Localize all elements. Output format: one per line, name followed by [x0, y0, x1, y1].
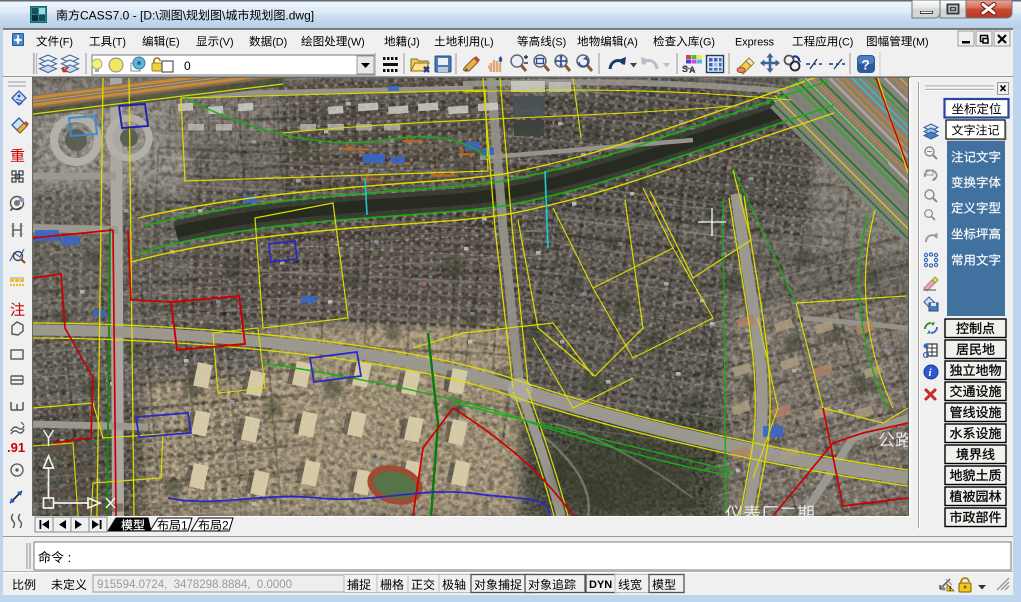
svg-text:(V): (V) [219, 37, 233, 49]
svg-text:(S): (S) [552, 37, 566, 49]
svg-text:2: 2 [222, 519, 229, 533]
svg-text:!: ! [949, 586, 951, 593]
svg-text::: : [64, 550, 71, 565]
svg-text:(W): (W) [347, 37, 364, 49]
svg-text:Express: Express [735, 37, 775, 49]
svg-text:.dwg]: .dwg] [285, 9, 314, 23]
svg-text:S: S [682, 64, 688, 74]
svg-text:915594.0724, 3478298.8884, 0: 915594.0724, 3478298.8884, 0.0000 [97, 579, 292, 591]
svg-text:(C): (C) [838, 37, 853, 49]
svg-text:0: 0 [184, 59, 191, 73]
svg-text:(F): (F) [59, 37, 73, 49]
svg-text:(T): (T) [112, 37, 126, 49]
svg-text:(A): (A) [623, 37, 637, 49]
svg-text:(J): (J) [407, 37, 420, 49]
svg-text:.91: .91 [7, 440, 25, 455]
svg-text:1: 1 [181, 519, 188, 533]
svg-text:(E): (E) [165, 37, 179, 49]
svg-text:(M): (M) [912, 37, 928, 49]
svg-text:(D): (D) [272, 37, 287, 49]
svg-text:?: ? [862, 58, 870, 73]
svg-text:CASS7.0 - [D:\: CASS7.0 - [D:\ [80, 9, 159, 23]
svg-text:(L): (L) [480, 37, 493, 49]
svg-text:DYN: DYN [589, 579, 612, 591]
svg-text:(G): (G) [699, 37, 715, 49]
